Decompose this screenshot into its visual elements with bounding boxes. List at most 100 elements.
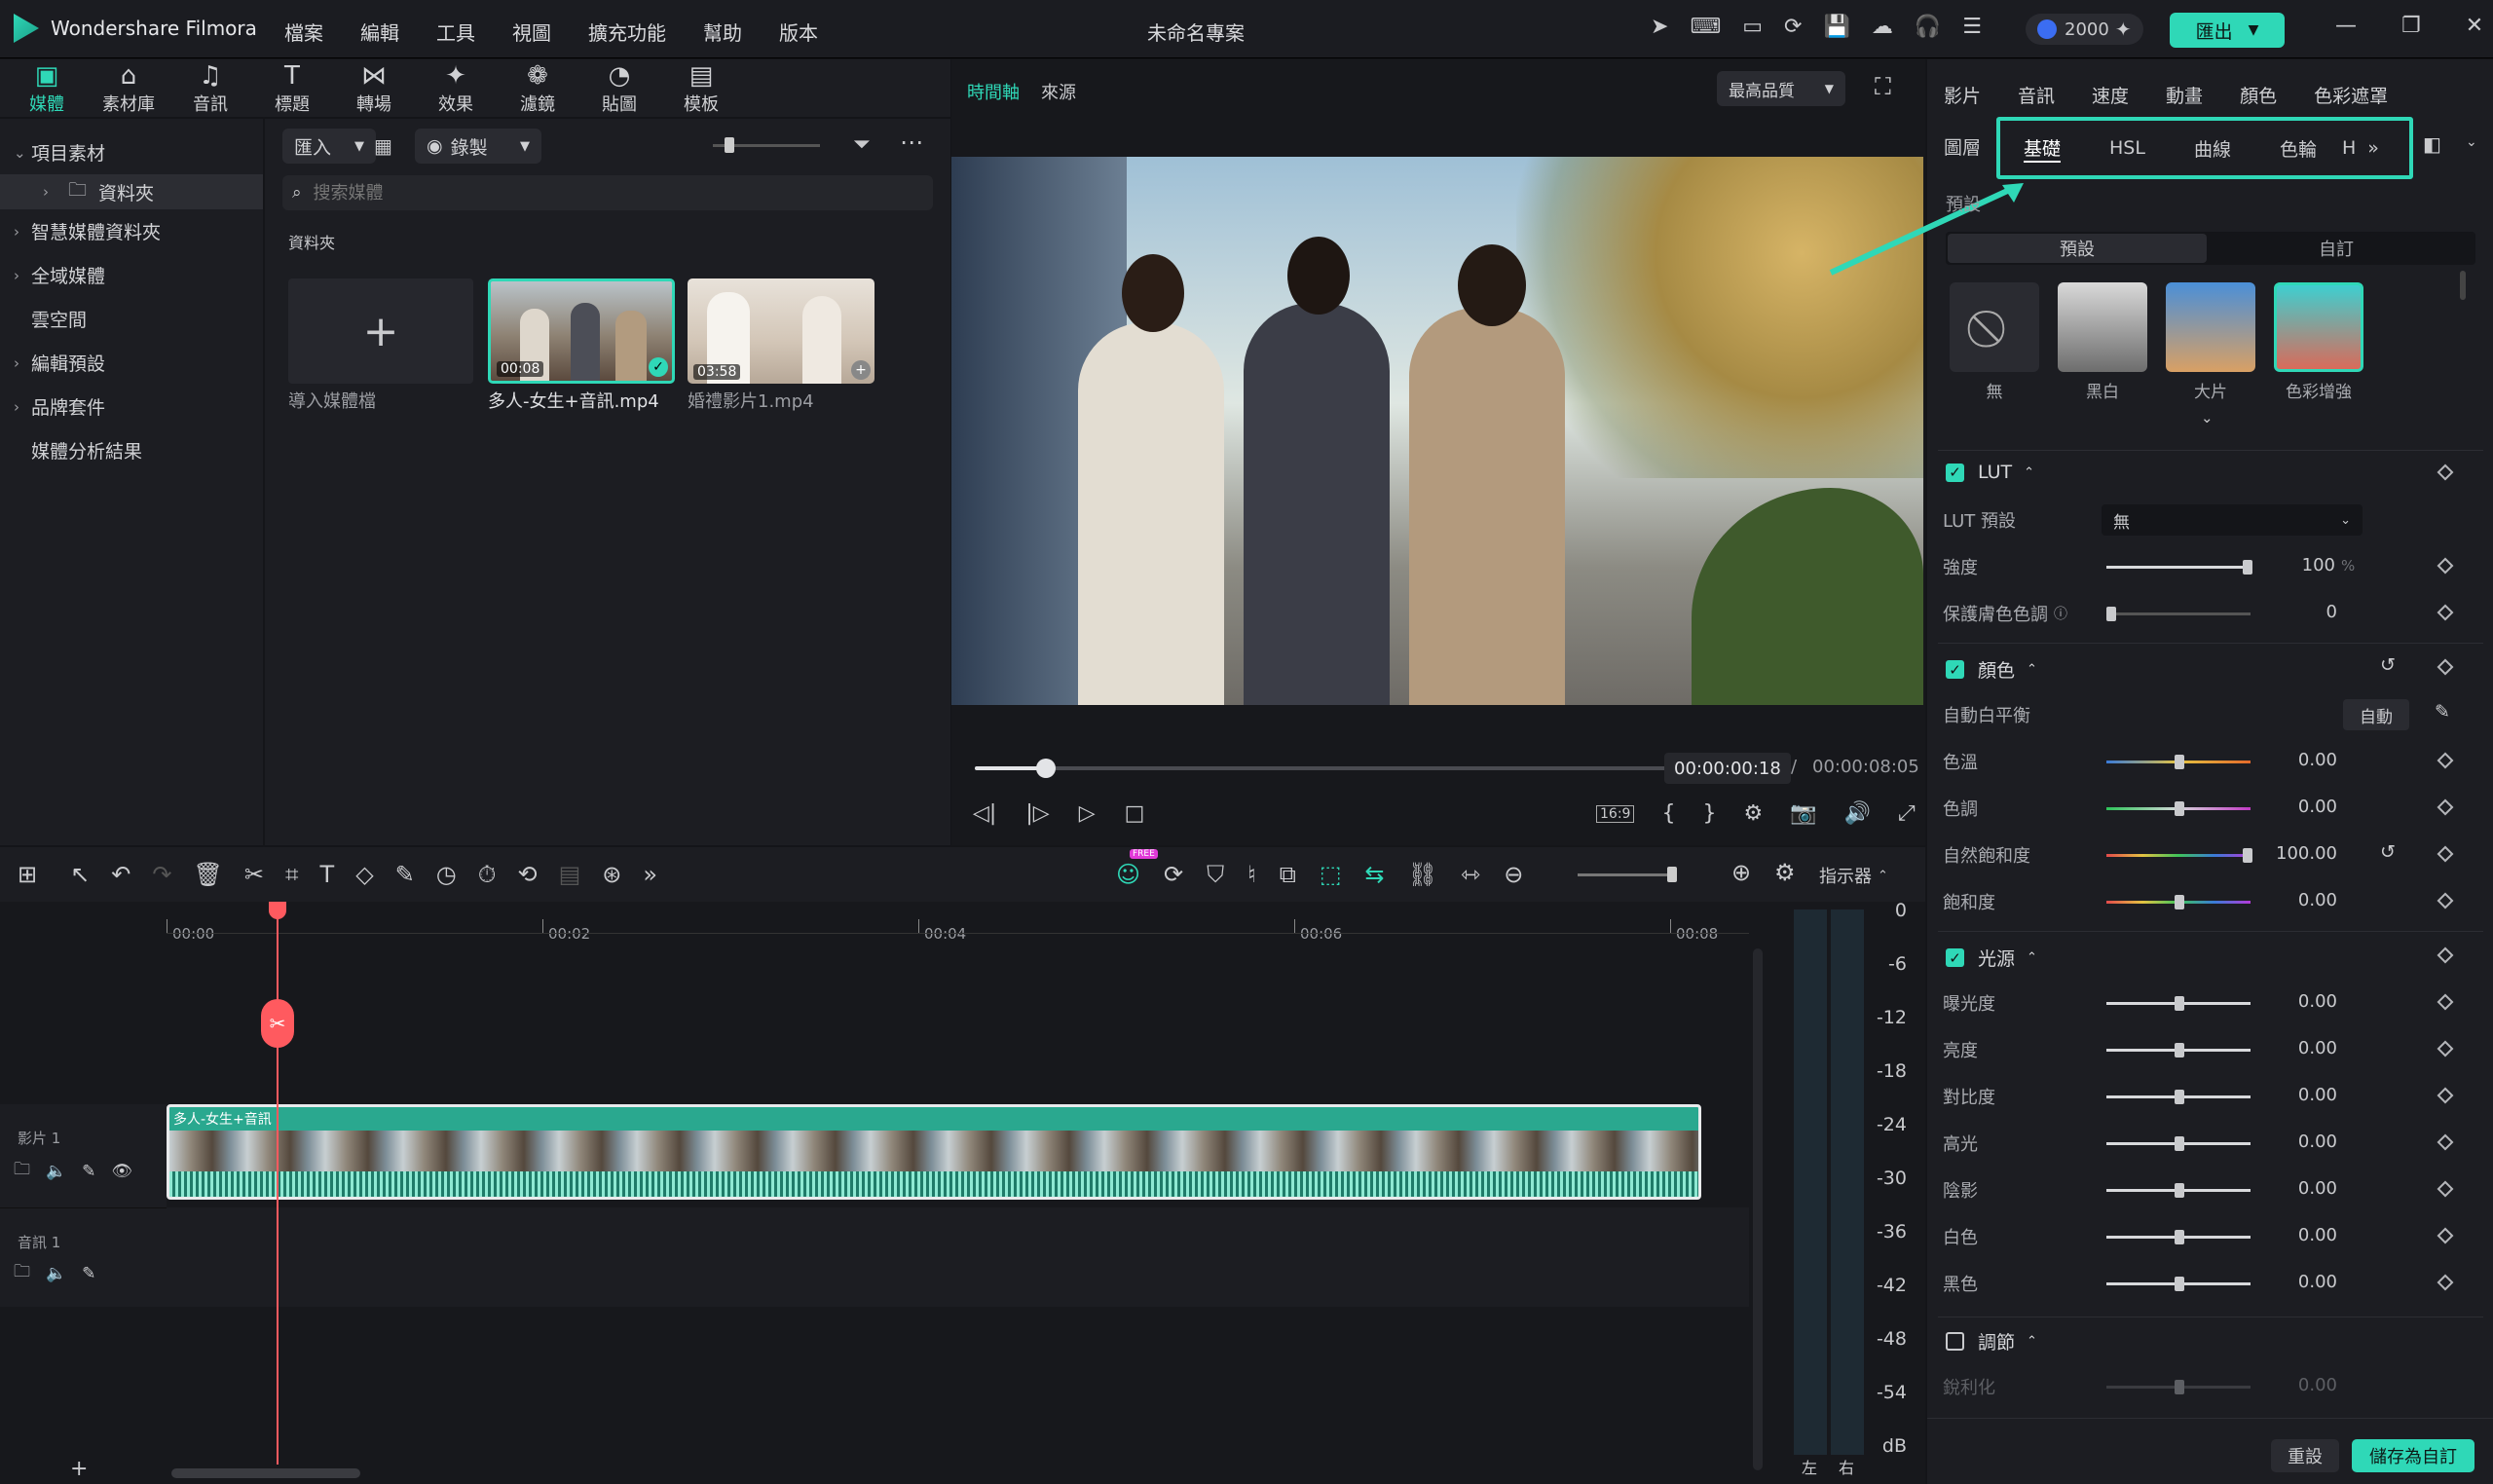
preset-none[interactable]: ⃠ <box>1950 282 2039 372</box>
slider-knob[interactable] <box>1667 867 1677 882</box>
folder-icon[interactable]: 🗀 <box>14 1259 30 1287</box>
playhead-handle[interactable] <box>269 902 286 919</box>
tab-source[interactable]: 來源 <box>1041 79 1076 104</box>
select-pointer-icon[interactable]: ↖ <box>70 861 90 888</box>
slider-knob[interactable] <box>2175 1277 2184 1291</box>
timeline-settings-icon[interactable]: ⚙ <box>1774 859 1796 886</box>
render-settings-icon[interactable]: ⚙ <box>1743 801 1763 826</box>
grid-view-icon[interactable]: ▦ <box>374 134 392 158</box>
play-icon[interactable]: ▷ <box>1079 801 1096 826</box>
filter-funnel-icon[interactable]: ⏷ <box>853 132 871 157</box>
color-checkbox[interactable]: ✓ <box>1946 660 1964 679</box>
contrast-slider[interactable] <box>2106 1090 2251 1104</box>
slider-knob[interactable] <box>2175 1183 2184 1198</box>
media-thumbnail[interactable]: 00:08 ✓ <box>488 278 675 384</box>
render-icon[interactable]: ⟳ <box>1164 861 1183 888</box>
link-track-icon[interactable]: ⇆ <box>1365 861 1385 888</box>
media-thumbnail[interactable]: 03:58 + <box>688 278 874 384</box>
brightness-value[interactable]: 0.00 <box>2259 1038 2337 1058</box>
menu-item-file[interactable]: 檔案 <box>284 18 323 46</box>
lut-section-header[interactable]: ✓ LUT ⌃ <box>1946 462 2034 483</box>
slider-knob[interactable] <box>2175 801 2184 816</box>
contrast-value[interactable]: 0.00 <box>2259 1085 2337 1105</box>
toolbar-audio[interactable]: ♫ 音訊 <box>169 61 251 116</box>
send-icon[interactable]: ➤ <box>1651 15 1668 39</box>
timeline-video-clip[interactable]: 多人-女生+音訊 <box>167 1104 1701 1200</box>
temperature-slider[interactable] <box>2106 755 2251 769</box>
toolbar-effects[interactable]: ✦ 效果 <box>415 61 497 116</box>
slider-knob[interactable] <box>2175 1090 2184 1104</box>
chevron-down-icon[interactable]: ⌄ <box>2201 409 2214 427</box>
slider-knob[interactable] <box>2106 607 2116 621</box>
subtab-curves[interactable]: 曲線 <box>2194 135 2231 162</box>
preview-progress-knob[interactable] <box>1035 759 1056 778</box>
exposure-value[interactable]: 0.00 <box>2259 991 2337 1012</box>
camera-icon[interactable]: 📷 <box>1790 801 1816 826</box>
playhead-split-button[interactable]: ✂ <box>261 999 294 1048</box>
tab-timeline[interactable]: 時間軸 <box>967 79 1020 104</box>
cloud-sync-icon[interactable]: ⟳ <box>1784 15 1802 39</box>
menu-item-tools[interactable]: 工具 <box>436 18 475 46</box>
restore-icon[interactable]: ❐ <box>2401 14 2421 38</box>
preset-cinematic[interactable] <box>2166 282 2255 372</box>
light-checkbox[interactable]: ✓ <box>1946 948 1964 967</box>
headset-icon[interactable]: 🎧 <box>1915 15 1941 39</box>
toolbar-stickers[interactable]: ◔ 貼圖 <box>578 61 660 116</box>
export-button[interactable]: 匯出 ▼ <box>2170 13 2285 48</box>
slider-knob[interactable] <box>2175 996 2184 1011</box>
link-icon[interactable]: ⛓ <box>1408 861 1437 888</box>
skin-protect-value[interactable]: 0 <box>2259 602 2337 622</box>
fullscreen-icon[interactable]: ⤢ <box>1898 801 1916 826</box>
vibrance-value[interactable]: 100.00 <box>2259 843 2337 864</box>
menu-item-extensions[interactable]: 擴充功能 <box>588 18 666 46</box>
slider-knob[interactable] <box>2175 1230 2184 1244</box>
playhead[interactable] <box>277 902 279 1465</box>
current-time[interactable]: 00:00:00:18 <box>1664 753 1791 784</box>
slider-knob[interactable] <box>725 137 734 153</box>
adjust-section-header[interactable]: 調節 ⌃ <box>1946 1328 2037 1354</box>
fit-icon[interactable]: ⇿ <box>1461 861 1480 888</box>
double-chevron-right-icon[interactable]: » <box>2367 137 2379 159</box>
subtab-basic[interactable]: 基礎 <box>2024 134 2062 163</box>
snap-icon[interactable]: ⬚ <box>1320 861 1342 888</box>
volume-icon[interactable]: 🔈 <box>46 1264 66 1283</box>
blacks-value[interactable]: 0.00 <box>2259 1272 2337 1292</box>
panel-scrollbar[interactable] <box>2460 271 2466 300</box>
toolbar-media[interactable]: ▣ 媒體 <box>6 61 88 116</box>
preset-color-enhance[interactable] <box>2274 282 2363 372</box>
layout-icon[interactable]: ▭ <box>1742 15 1763 39</box>
freeze-icon[interactable]: ▤ <box>559 861 581 888</box>
slider-knob[interactable] <box>2175 1043 2184 1057</box>
subtab-more[interactable]: H <box>2342 137 2356 159</box>
toggle-presets[interactable]: 預設 <box>1948 234 2207 263</box>
ai-icon[interactable]: ⊛ <box>602 861 621 888</box>
save-icon[interactable]: 💾 <box>1823 15 1849 39</box>
more-icon[interactable]: ⋯ <box>900 129 923 156</box>
temperature-value[interactable]: 0.00 <box>2259 750 2337 770</box>
brightness-slider[interactable] <box>2106 1043 2251 1057</box>
reset-button[interactable]: 重設 <box>2271 1439 2339 1472</box>
mark-in-icon[interactable]: { <box>1661 801 1675 826</box>
delete-icon[interactable]: 🗑 <box>193 861 222 888</box>
record-dropdown[interactable]: ◉ 錄製 ▼ <box>415 129 541 164</box>
toolbar-filters[interactable]: ❁ 濾鏡 <box>497 61 578 116</box>
ai-companion-icon[interactable]: ☺ FREE <box>1116 849 1158 888</box>
save-custom-button[interactable]: 儲存為自訂 <box>2352 1439 2474 1472</box>
sidebar-item-analysis[interactable]: 媒體分析結果 <box>0 428 263 472</box>
split-screen-icon[interactable]: ⧉ <box>1280 861 1296 888</box>
tab-speed[interactable]: 速度 <box>2092 82 2129 108</box>
chevron-down-icon[interactable]: ⌄ <box>2466 134 2477 150</box>
preview-progress-track[interactable] <box>975 759 1682 778</box>
toolbar-templates[interactable]: ▤ 模板 <box>660 61 742 116</box>
timeline-ruler[interactable]: 00:00 00:02 00:04 00:06 00:08 <box>167 902 1749 943</box>
tint-slider[interactable] <box>2106 801 2251 816</box>
pen-icon[interactable]: ✎ <box>395 861 415 888</box>
volume-icon[interactable]: 🔈 <box>46 1162 66 1181</box>
audio-track-lane[interactable] <box>167 1207 1749 1307</box>
timer-icon[interactable]: ⏱ <box>478 861 497 888</box>
sidebar-item-cloud[interactable]: 雲空間 <box>0 297 263 341</box>
close-icon[interactable]: ✕ <box>2466 14 2483 38</box>
shadows-value[interactable]: 0.00 <box>2259 1178 2337 1199</box>
light-section-header[interactable]: ✓ 光源 ⌃ <box>1946 945 2037 971</box>
sidebar-item-global-media[interactable]: › 全域媒體 <box>0 253 263 297</box>
